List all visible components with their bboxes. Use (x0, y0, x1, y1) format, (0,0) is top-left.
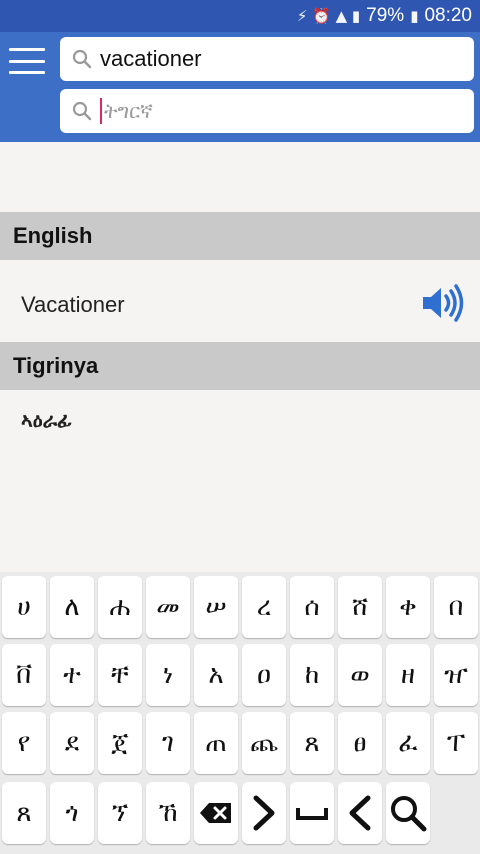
chevron-left-icon (349, 795, 371, 831)
key-row3-2[interactable]: ደ (50, 712, 94, 774)
hamburger-menu-icon[interactable] (9, 48, 45, 74)
key-row3-6[interactable]: ጨ (242, 712, 286, 774)
search-key[interactable] (386, 782, 430, 844)
key-row1-4[interactable]: መ (146, 576, 190, 638)
key-row1-6[interactable]: ረ (242, 576, 286, 638)
key-row1-7[interactable]: ሰ (290, 576, 334, 638)
tigrinya-word: ኣዕራፊ (21, 408, 72, 432)
battery-percent: 79% (366, 5, 405, 26)
key-row3-5[interactable]: ጠ (194, 712, 238, 774)
app-header (0, 32, 480, 142)
key-row2-2[interactable]: ተ (50, 644, 94, 706)
key-row2-9[interactable]: ዘ (386, 644, 430, 706)
key-row2-4[interactable]: ነ (146, 644, 190, 706)
keyboard-row-3: የደጀገጠጨጸፀፈፐ (0, 712, 480, 776)
backspace-key[interactable] (194, 782, 238, 844)
key-row1-2[interactable]: ለ (50, 576, 94, 638)
backspace-icon (200, 803, 231, 823)
keyboard-row-2: ቨተቸነአዐከወዘዠ (0, 644, 480, 708)
key-row2-6[interactable]: ዐ (242, 644, 286, 706)
key-row3-7[interactable]: ጸ (290, 712, 334, 774)
text-caret (100, 98, 102, 124)
key-row1-1[interactable]: ሀ (2, 576, 46, 638)
keyboard-row-1: ሀለሐመሠረሰሸቀበ (0, 576, 480, 640)
key-row3-3[interactable]: ጀ (98, 712, 142, 774)
key-row2-10[interactable]: ዠ (434, 644, 478, 706)
status-bar: ⚡ ⏰ ▲ ▮ 79% ▮ 08:20 (0, 0, 480, 32)
key-row4-3[interactable]: ኘ (98, 782, 142, 844)
english-search-box[interactable] (60, 37, 474, 81)
chevron-right-icon (253, 795, 275, 831)
key-row3-9[interactable]: ፈ (386, 712, 430, 774)
key-row3-8[interactable]: ፀ (338, 712, 382, 774)
search-icon (72, 101, 92, 121)
tigrinya-search-box[interactable] (60, 89, 474, 133)
key-row1-5[interactable]: ሠ (194, 576, 238, 638)
space-icon (296, 808, 328, 820)
battery-icon: ▮ (410, 7, 419, 25)
key-row3-4[interactable]: ገ (146, 712, 190, 774)
key-row2-3[interactable]: ቸ (98, 644, 142, 706)
key-row1-3[interactable]: ሐ (98, 576, 142, 638)
tigrinya-search-input[interactable] (104, 98, 464, 124)
space-key[interactable] (290, 782, 334, 844)
signal-icons: ⚡ ⏰ ▲ ▮ (296, 7, 361, 25)
keyboard-row-4: ጸጎኘኸ (0, 782, 480, 846)
tigrinya-section-header: Tigrinya (0, 342, 480, 390)
next-key[interactable] (242, 782, 286, 844)
ethiopic-keyboard: ሀለሐመሠረሰሸቀበ ቨተቸነአዐከወዘዠ የደጀገጠጨጸፀፈፐ ጸጎኘኸ (0, 572, 480, 854)
english-section-header: English (0, 212, 480, 260)
key-row1-10[interactable]: በ (434, 576, 478, 638)
key-row3-1[interactable]: የ (2, 712, 46, 774)
key-row4-2[interactable]: ጎ (50, 782, 94, 844)
key-row4-1[interactable]: ጸ (2, 782, 46, 844)
clock: 08:20 (424, 5, 472, 26)
english-word: Vacationer (21, 292, 125, 317)
key-row2-5[interactable]: አ (194, 644, 238, 706)
key-row1-8[interactable]: ሸ (338, 576, 382, 638)
key-row2-1[interactable]: ቨ (2, 644, 46, 706)
previous-key[interactable] (338, 782, 382, 844)
key-row2-7[interactable]: ከ (290, 644, 334, 706)
key-row4-4[interactable]: ኸ (146, 782, 190, 844)
english-search-input[interactable] (100, 46, 460, 72)
key-row3-10[interactable]: ፐ (434, 712, 478, 774)
speaker-icon[interactable] (421, 283, 465, 323)
search-icon (72, 49, 92, 69)
key-row1-9[interactable]: ቀ (386, 576, 430, 638)
search-icon (391, 796, 427, 832)
key-row2-8[interactable]: ወ (338, 644, 382, 706)
